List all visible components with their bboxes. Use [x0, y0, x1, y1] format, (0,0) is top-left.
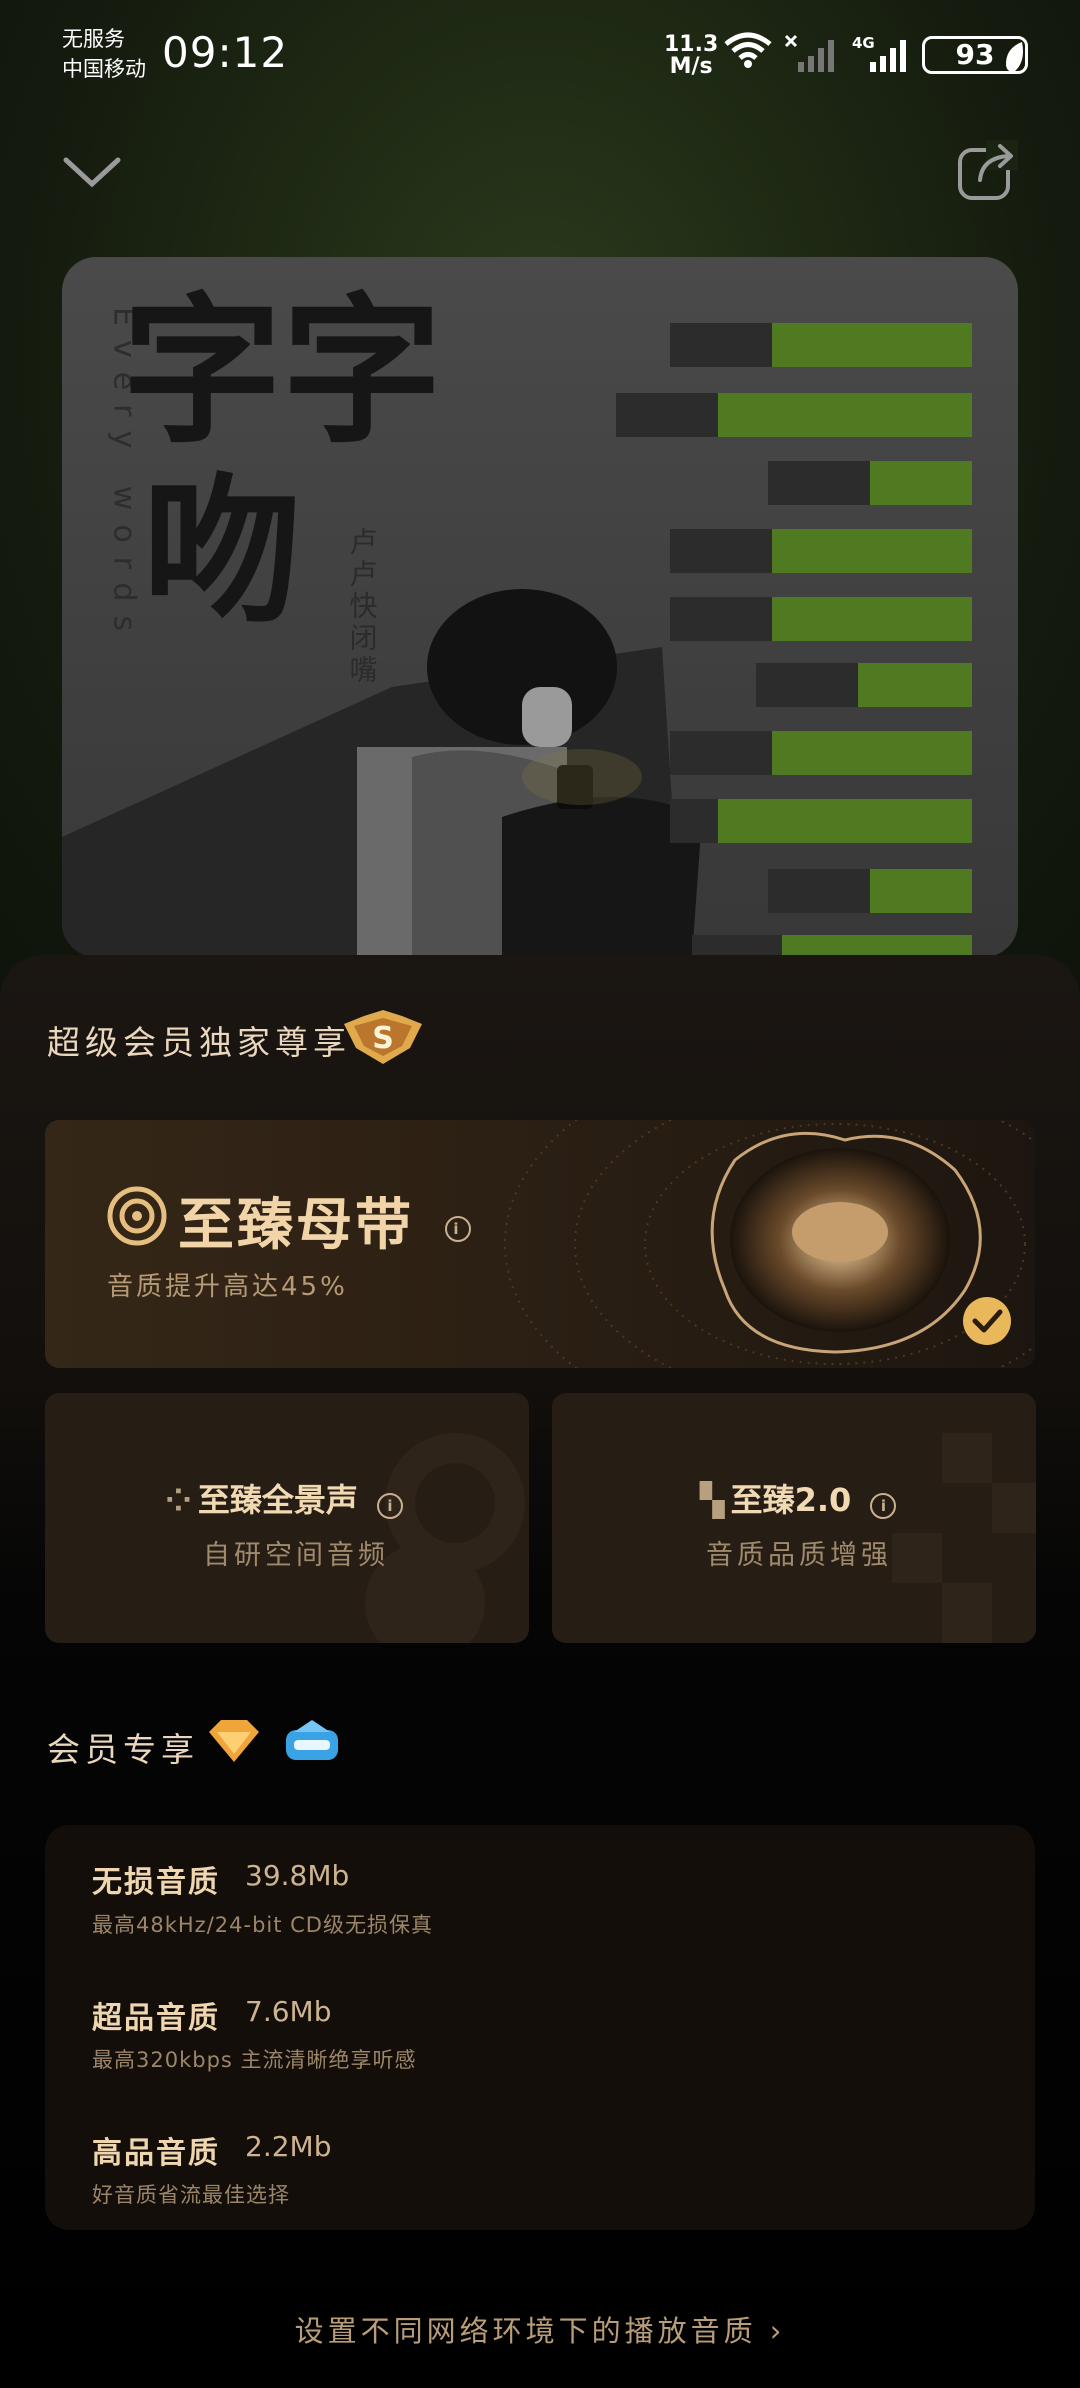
status-bar: 无服务 中国移动 09:12 11.3 M/s 4G 93: [0, 0, 1080, 110]
quality-size: 39.8Mb: [245, 1859, 350, 1892]
network-type: 4G: [852, 34, 875, 52]
wifi-icon: [724, 32, 772, 68]
quality-desc: 好音质省流最佳选择: [92, 2183, 290, 2207]
master-tape-subtitle: 音质提升高达45%: [107, 1272, 348, 1302]
cover-title-line1: 字字: [122, 277, 442, 465]
cover-title-line2: 吻: [142, 457, 302, 645]
speed-unit: M/s: [669, 54, 713, 79]
dolby-atmos-subtitle: 自研空间音频: [203, 1540, 389, 1571]
network-speed: 11.3 M/s: [664, 34, 718, 78]
quality-name: 无损音质: [92, 1865, 220, 1900]
car-badge-icon: [286, 1720, 338, 1760]
selected-check-icon: [963, 1297, 1011, 1345]
svip-section-title: 超级会员独家尊享: [47, 1023, 351, 1062]
cover-artwork: Every words 字字 吻 卢卢快闭嘴: [62, 277, 972, 957]
quality-2-info-icon[interactable]: i: [870, 1493, 897, 1519]
charging-leaf-icon: [1006, 42, 1023, 72]
carrier-line1: 无服务: [62, 27, 125, 51]
share-icon[interactable]: [956, 140, 1018, 202]
speed-value: 11.3: [664, 32, 719, 57]
signal-nosim-icon: [784, 34, 834, 72]
quality-2-title: ▚ 至臻2.0 i: [700, 1475, 897, 1521]
collapse-chevron-icon[interactable]: [62, 150, 122, 195]
master-tape-logo-icon: [107, 1186, 167, 1246]
quality-size: 2.2Mb: [245, 2130, 332, 2163]
signal-4g-icon: 4G: [852, 34, 906, 72]
quality-2-title-text: 至臻2.0: [730, 1481, 852, 1519]
master-tape-title: 至臻母带 i: [178, 1180, 471, 1261]
dolby-atmos-title-text: 至臻全景声: [197, 1481, 358, 1519]
album-cover: Every words 字字 吻 卢卢快闭嘴: [62, 257, 1018, 957]
carrier-info: 无服务 中国移动: [62, 24, 146, 84]
master-tape-title-text: 至臻母带: [178, 1193, 414, 1258]
network-quality-settings-link[interactable]: 设置不同网络环境下的播放音质 ›: [0, 2308, 1080, 2350]
quality-desc: 最高48kHz/24-bit CD级无损保真: [92, 1913, 433, 1937]
chevron-right-icon: ›: [756, 2314, 786, 2348]
quality-size: 7.6Mb: [245, 1995, 332, 2028]
quality-desc: 最高320kbps 主流清晰绝享听感: [92, 2048, 417, 2072]
checker-icon: ▚: [700, 1481, 725, 1519]
dolby-atmos-info-icon[interactable]: i: [376, 1493, 403, 1519]
diamond-badge-icon: [209, 1720, 259, 1762]
svg-text:S: S: [372, 1021, 394, 1056]
svip-badge-icon: S: [344, 1010, 422, 1064]
quality-name: 高品音质: [92, 2136, 220, 2171]
carrier-line2: 中国移动: [62, 57, 146, 81]
atmos-icon: ⁘: [165, 1481, 192, 1519]
master-tape-info-icon[interactable]: i: [444, 1215, 471, 1242]
quality-name: 超品音质: [92, 2001, 220, 2036]
dolby-atmos-title: ⁘ 至臻全景声 i: [165, 1475, 403, 1521]
cover-artist: 卢卢快闭嘴: [346, 527, 379, 687]
clock: 09:12: [162, 28, 289, 77]
member-section-title: 会员专享: [47, 1730, 199, 1769]
footer-link-text: 设置不同网络环境下的播放音质: [294, 2314, 757, 2348]
quality-2-subtitle: 音质品质增强: [706, 1540, 892, 1571]
